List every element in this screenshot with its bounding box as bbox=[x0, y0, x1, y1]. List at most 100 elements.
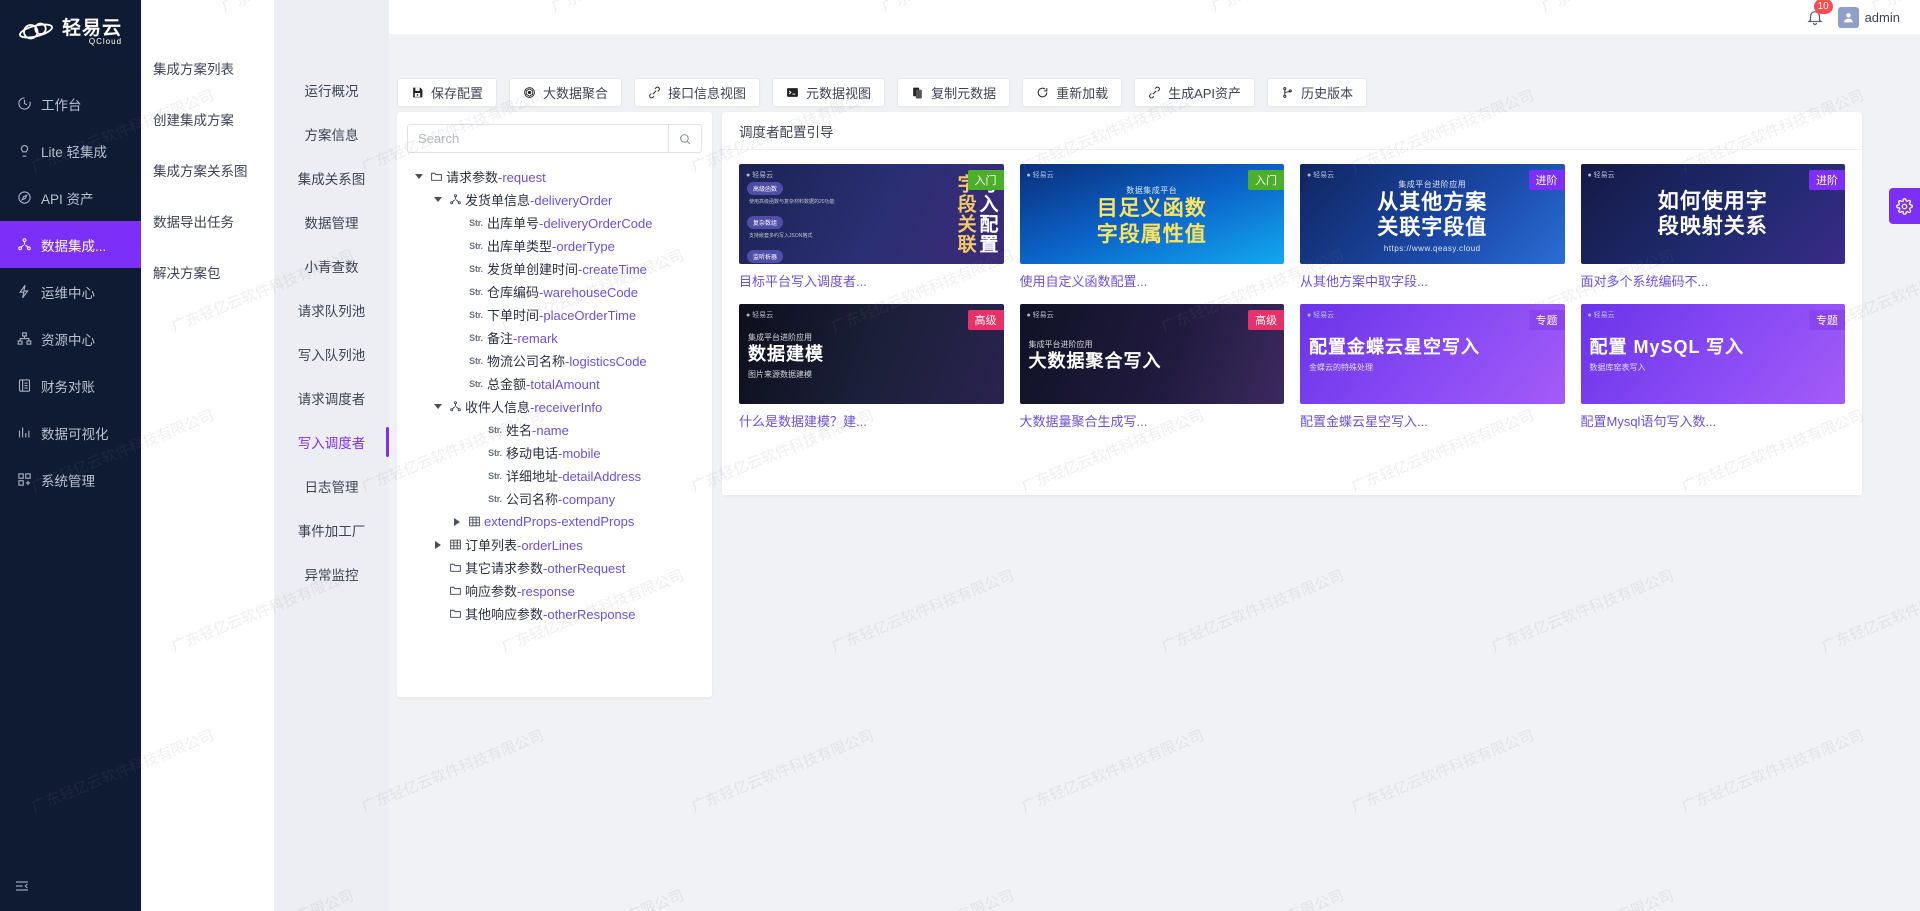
sidebar-item-data-integration[interactable]: 数据集成... bbox=[0, 221, 141, 268]
tree-node[interactable]: 响应参数-response bbox=[397, 579, 712, 602]
guide-card-title[interactable]: 使用自定义函数配置... bbox=[1020, 271, 1285, 290]
chevron-right-icon[interactable] bbox=[430, 541, 446, 549]
tab-request-scheduler[interactable]: 请求调度者 bbox=[274, 376, 389, 420]
tree-node[interactable]: Str.移动电话-mobile bbox=[397, 441, 712, 464]
sidebar-collapse-button[interactable] bbox=[14, 878, 30, 899]
tree-node[interactable]: 订单列表-orderLines bbox=[397, 533, 712, 556]
search-button[interactable] bbox=[668, 124, 702, 153]
tree-node[interactable]: Str.物流公司名称-logisticsCode bbox=[397, 349, 712, 372]
user-menu[interactable]: admin bbox=[1838, 7, 1900, 28]
submenu-item-scheme-list[interactable]: 集成方案列表 bbox=[141, 42, 274, 93]
tab-exception-monitor[interactable]: 异常监控 bbox=[274, 552, 389, 596]
tree-node[interactable]: 其它请求参数-otherRequest bbox=[397, 556, 712, 579]
tree-node[interactable]: Str.总金额-totalAmount bbox=[397, 372, 712, 395]
guide-card-title[interactable]: 什么是数据建模？建... bbox=[739, 411, 1004, 430]
tree-node[interactable]: Str.姓名-name bbox=[397, 418, 712, 441]
guide-card-title[interactable]: 大数据量聚合生成写... bbox=[1020, 411, 1285, 430]
save-config-button[interactable]: 保存配置 bbox=[397, 78, 497, 107]
submenu-item-label: 解决方案包 bbox=[153, 262, 221, 282]
tab-scheme-info[interactable]: 方案信息 bbox=[274, 112, 389, 156]
guide-card[interactable]: ● 轻易云配置 MySQL 写入数据库窑表写入专题配置Mysql语句写入数... bbox=[1581, 304, 1846, 430]
tab-data-management[interactable]: 数据管理 bbox=[274, 200, 389, 244]
tab-overview[interactable]: 运行概况 bbox=[274, 68, 389, 112]
guide-card-title[interactable]: 配置金蝶云星空写入... bbox=[1300, 411, 1565, 430]
tree-node[interactable]: Str.出库单号-deliveryOrderCode bbox=[397, 211, 712, 234]
reload-icon bbox=[1036, 86, 1049, 99]
chevron-down-icon[interactable] bbox=[430, 404, 446, 409]
guide-card[interactable]: ● 轻易云集成平台进阶应用大数据聚合写入高级大数据量聚合生成写... bbox=[1020, 304, 1285, 430]
guide-card-title[interactable]: 目标平台写入调度者... bbox=[739, 271, 1004, 290]
thumb-subline: 图片来源数据建模 bbox=[748, 368, 824, 379]
parameter-tree: 请求参数-request发货单信息-deliveryOrderStr.出库单号-… bbox=[397, 165, 712, 625]
tab-write-scheduler[interactable]: 写入调度者 bbox=[274, 420, 389, 464]
metadata-view-button[interactable]: 元数据视图 bbox=[772, 78, 885, 107]
sidebar-item-api[interactable]: API 资产 bbox=[0, 174, 141, 221]
sidebar-item-visualization[interactable]: 数据可视化 bbox=[0, 409, 141, 456]
tree-node[interactable]: Str.下单时间-placeOrderTime bbox=[397, 303, 712, 326]
tree-node[interactable]: Str.仓库编码-warehouseCode bbox=[397, 280, 712, 303]
chevron-down-icon[interactable] bbox=[411, 174, 427, 179]
tab-relation-graph[interactable]: 集成关系图 bbox=[274, 156, 389, 200]
guide-card-title[interactable]: 配置Mysql语句写入数... bbox=[1581, 411, 1846, 430]
tab-write-queue[interactable]: 写入队列池 bbox=[274, 332, 389, 376]
settings-fab[interactable] bbox=[1889, 188, 1920, 224]
tab-label: 事件加工厂 bbox=[298, 520, 366, 540]
tree-node[interactable]: extendProps-extendProps bbox=[397, 510, 712, 533]
sidebar-item-lite[interactable]: Lite 轻集成 bbox=[0, 127, 141, 174]
brand-sub: QCloud bbox=[62, 38, 122, 46]
guide-card-title[interactable]: 面对多个系统编码不... bbox=[1581, 271, 1846, 290]
tab-log-management[interactable]: 日志管理 bbox=[274, 464, 389, 508]
copy-metadata-button[interactable]: 复制元数据 bbox=[897, 78, 1010, 107]
submenu-item-solution-pack[interactable]: 解决方案包 bbox=[141, 246, 274, 297]
sidebar-item-workbench[interactable]: 工作台 bbox=[0, 80, 141, 127]
thumb-eyebrow: 集成平台进阶应用 bbox=[1029, 339, 1162, 350]
tree-node[interactable]: 收件人信息-receiverInfo bbox=[397, 395, 712, 418]
chevron-right-icon[interactable] bbox=[449, 518, 465, 526]
tree-node[interactable]: Str.发货单创建时间-createTime bbox=[397, 257, 712, 280]
sidebar-item-resource[interactable]: 资源中心 bbox=[0, 315, 141, 362]
aggregate-icon bbox=[523, 86, 536, 99]
search-input[interactable] bbox=[407, 124, 668, 153]
submenu-item-create-scheme[interactable]: 创建集成方案 bbox=[141, 93, 274, 144]
guide-card[interactable]: ● 轻易云集成平台进阶应用数据建模图片来源数据建模高级什么是数据建模？建... bbox=[739, 304, 1004, 430]
guide-card[interactable]: ● 轻易云数据集成平台目足义函数字段属性值入门使用自定义函数配置... bbox=[1020, 164, 1285, 290]
reload-button[interactable]: 重新加载 bbox=[1022, 78, 1122, 107]
tab-event-factory[interactable]: 事件加工厂 bbox=[274, 508, 389, 552]
generate-api-asset-button[interactable]: 生成API资产 bbox=[1134, 78, 1255, 107]
guide-card[interactable]: ● 轻易云如何使用字段映射关系进阶面对多个系统编码不... bbox=[1581, 164, 1846, 290]
guide-card[interactable]: ● 轻易云集成平台进阶应用从其他方案关联字段值https://www.qeasy… bbox=[1300, 164, 1565, 290]
button-label: 大数据聚合 bbox=[543, 83, 608, 102]
submenu-item-export-task[interactable]: 数据导出任务 bbox=[141, 195, 274, 246]
brand-logo[interactable]: 轻易云 QCloud bbox=[0, 6, 141, 58]
brand-name: 轻易云 bbox=[62, 19, 122, 38]
guide-card[interactable]: ● 轻易云配置金蝶云星空写入金蝶云的特殊处理专题配置金蝶云星空写入... bbox=[1300, 304, 1565, 430]
parameter-tree-panel: 请求参数-request发货单信息-deliveryOrderStr.出库单号-… bbox=[397, 112, 712, 697]
guide-card[interactable]: ● 轻易云高级函数使用高级函数与复杂材料数据的20功能复杂数组支持嵌套多约写入J… bbox=[739, 164, 1004, 290]
sidebar-item-system[interactable]: 系统管理 bbox=[0, 456, 141, 503]
history-version-button[interactable]: 历史版本 bbox=[1267, 78, 1367, 107]
submenu-item-label: 创建集成方案 bbox=[153, 109, 234, 129]
tab-query[interactable]: 小青查数 bbox=[274, 244, 389, 288]
tree-node[interactable]: 请求参数-request bbox=[397, 165, 712, 188]
tree-node-label: 出库单号-deliveryOrderCode bbox=[487, 213, 652, 232]
tree-node[interactable]: 其他响应参数-otherResponse bbox=[397, 602, 712, 625]
submenu-item-scheme-graph[interactable]: 集成方案关系图 bbox=[141, 144, 274, 195]
notification-badge: 10 bbox=[1814, 0, 1833, 14]
compass-icon bbox=[17, 190, 32, 205]
sidebar-item-finance[interactable]: 财务对账 bbox=[0, 362, 141, 409]
sidebar-item-ops[interactable]: 运维中心 bbox=[0, 268, 141, 315]
big-data-aggregate-button[interactable]: 大数据聚合 bbox=[509, 78, 622, 107]
user-icon bbox=[1842, 11, 1855, 24]
chevron-down-icon[interactable] bbox=[430, 197, 446, 202]
tree-node[interactable]: Str.备注-remark bbox=[397, 326, 712, 349]
tree-node[interactable]: Str.公司名称-company bbox=[397, 487, 712, 510]
tree-node[interactable]: Str.出库单类型-orderType bbox=[397, 234, 712, 257]
sidebar-item-label: 系统管理 bbox=[41, 470, 95, 490]
tree-node[interactable]: 发货单信息-deliveryOrder bbox=[397, 188, 712, 211]
interface-info-view-button[interactable]: 接口信息视图 bbox=[634, 78, 760, 107]
logo-mark-icon bbox=[18, 19, 54, 45]
tree-node[interactable]: Str.详细地址-detailAddress bbox=[397, 464, 712, 487]
notifications-button[interactable]: 10 bbox=[1806, 8, 1824, 26]
tab-request-queue[interactable]: 请求队列池 bbox=[274, 288, 389, 332]
guide-card-title[interactable]: 从其他方案中取字段... bbox=[1300, 271, 1565, 290]
